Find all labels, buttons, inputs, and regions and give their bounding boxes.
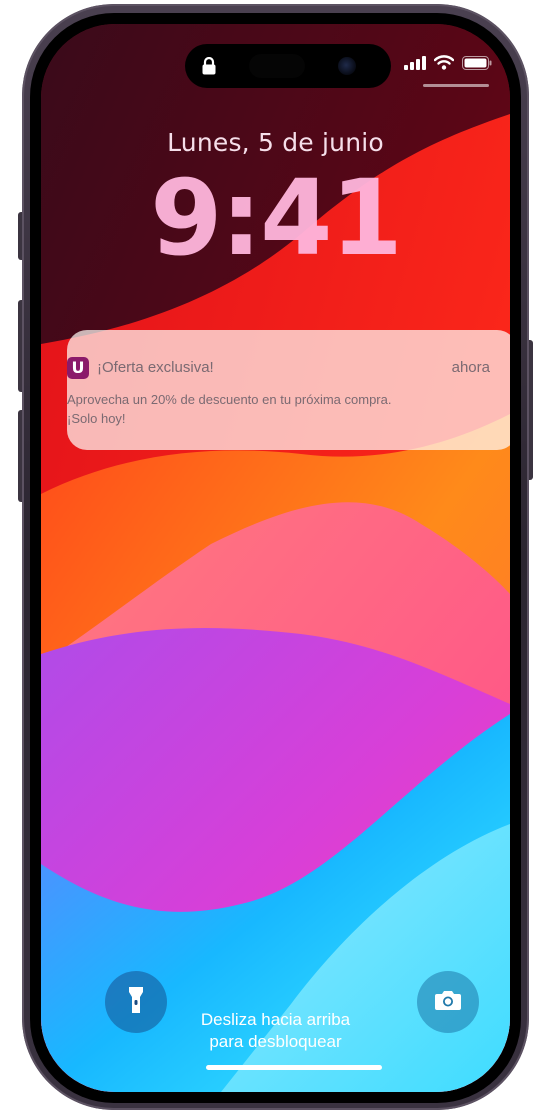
swipe-hint-line: para desbloquear xyxy=(209,1032,342,1051)
lockscreen-date: Lunes, 5 de junio xyxy=(167,128,384,157)
status-indicator-bar xyxy=(423,84,489,87)
status-bar xyxy=(404,54,492,76)
lock-screen[interactable]: Lunes, 5 de junio 9:41 U ¡Oferta exclusi… xyxy=(41,24,510,1092)
device-stage: Lunes, 5 de junio 9:41 U ¡Oferta exclusi… xyxy=(0,0,551,1113)
home-indicator[interactable] xyxy=(206,1065,382,1070)
swipe-hint-line: Desliza hacia arriba xyxy=(200,1010,351,1029)
battery-icon xyxy=(462,55,492,75)
wifi-icon xyxy=(433,55,455,75)
signal-icon xyxy=(404,55,426,75)
lock-icon xyxy=(201,56,217,75)
lockscreen-time: 9:41 xyxy=(150,157,403,279)
sensor-area xyxy=(249,54,305,78)
notification-time: ahora xyxy=(451,359,490,376)
notification-body: Aprovecha un 20% de descuento en tu próx… xyxy=(67,390,487,428)
dynamic-island xyxy=(185,44,391,88)
notification-body-line: ¡Solo hoy! xyxy=(67,411,126,426)
front-camera xyxy=(338,57,356,75)
app-icon: U xyxy=(67,357,89,379)
notification-body-line: Aprovecha un 20% de descuento en tu próx… xyxy=(67,392,392,407)
swipe-hint: Desliza hacia arriba para desbloquear xyxy=(41,1009,510,1053)
notification-title: ¡Oferta exclusiva! xyxy=(97,359,214,376)
